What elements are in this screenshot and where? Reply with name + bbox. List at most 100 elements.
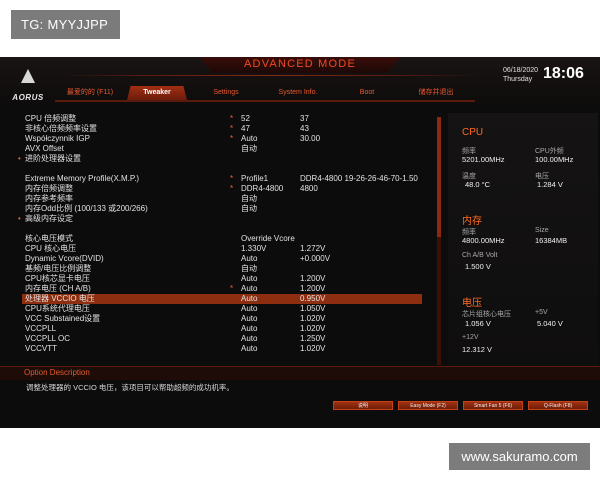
modified-star-icon: * bbox=[230, 184, 234, 193]
setting-row[interactable]: VCCPLL OC Auto 1.250V bbox=[22, 334, 422, 344]
setting-value: 自动 bbox=[241, 144, 257, 153]
cpu-freq-value: 5201.00MHz bbox=[462, 155, 505, 164]
setting-current-value: 4800 bbox=[300, 184, 318, 193]
mem-volt-label: Ch A/B Volt bbox=[462, 252, 498, 259]
tab-boot[interactable]: Boot bbox=[335, 86, 399, 100]
setting-row[interactable]: VCCPLL Auto 1.020V bbox=[22, 324, 422, 334]
setting-value: Auto bbox=[241, 334, 258, 343]
date-text: 06/18/2020 bbox=[503, 67, 539, 74]
setting-label: 进阶处理器设置 bbox=[25, 154, 81, 163]
setting-value: Auto bbox=[241, 274, 258, 283]
setting-row bbox=[22, 224, 422, 234]
option-description-text: 调整处理器的 VCCIO 电压，该项目可以帮助超频的成功机率。 bbox=[26, 383, 234, 392]
easy-mode-button[interactable]: Easy Mode (F2) bbox=[398, 401, 458, 410]
modified-star-icon: * bbox=[230, 124, 234, 133]
setting-value: 1.330V bbox=[241, 244, 267, 253]
setting-label: 基频/电压比例调整 bbox=[25, 264, 92, 273]
setting-value: Auto bbox=[241, 284, 258, 293]
setting-value: DDR4-4800 bbox=[241, 184, 284, 193]
tab-underline bbox=[55, 100, 475, 102]
setting-value: Auto bbox=[241, 304, 258, 313]
setting-row[interactable]: CPU系统代理电压 Auto 1.050V bbox=[22, 304, 422, 314]
setting-label: 非核心倍频频率设置 bbox=[25, 124, 97, 133]
setting-label: Współczynnik IGP bbox=[25, 134, 90, 143]
setting-current-value: 0.950V bbox=[300, 294, 326, 303]
scrollbar-thumb[interactable] bbox=[437, 117, 441, 237]
setting-row[interactable]: Extreme Memory Profile(X.M.P.) * Profile1 D… bbox=[22, 174, 422, 184]
setting-value: 自动 bbox=[241, 264, 257, 273]
tab-settings[interactable]: Settings bbox=[191, 86, 261, 100]
setting-value: Auto bbox=[241, 314, 258, 323]
setting-label: 内存电压 (CH A/B) bbox=[25, 284, 91, 293]
setting-current-value: 1.020V bbox=[300, 314, 326, 323]
setting-row[interactable]: 内存Odd比例 (100/133 或200/266) 自动 bbox=[22, 204, 422, 214]
setting-row[interactable]: CPU 核心电压 1.330V 1.272V bbox=[22, 244, 422, 254]
weekday-text: Thursday bbox=[503, 76, 533, 83]
cpu-section-title: CPU bbox=[462, 127, 484, 138]
p12v-value: 12.312 V bbox=[462, 345, 493, 354]
setting-label: CPU系统代理电压 bbox=[25, 304, 90, 313]
setting-value: Auto bbox=[241, 134, 258, 143]
cpu-bclk-value: 100.00MHz bbox=[535, 155, 574, 164]
setting-row[interactable]: • 进阶处理器设置 bbox=[18, 154, 422, 164]
mem-freq-value: 4800.00MHz bbox=[462, 236, 505, 245]
setting-row[interactable]: VCCVTT Auto 1.020V bbox=[22, 344, 422, 354]
help-button[interactable]: 说明 bbox=[333, 401, 393, 410]
setting-current-value: 1.200V bbox=[300, 284, 326, 293]
setting-row[interactable]: CPU核芯显卡电压 Auto 1.200V bbox=[22, 274, 422, 284]
setting-row[interactable]: 基频/电压比例调整 自动 bbox=[22, 264, 422, 274]
qflash-button[interactable]: Q-Flash (F8) bbox=[528, 401, 588, 410]
setting-current-value: 1.250V bbox=[300, 334, 326, 343]
setting-current-value: 43 bbox=[300, 124, 309, 133]
chipset-volt-label: 芯片组核心电压 bbox=[462, 311, 511, 318]
setting-value: 47 bbox=[241, 124, 250, 133]
setting-label: Extreme Memory Profile(X.M.P.) bbox=[25, 174, 140, 183]
cpu-volt-value: 1.284 V bbox=[537, 180, 563, 189]
mem-size-label: Size bbox=[535, 227, 549, 234]
setting-row[interactable]: AVX Offset 自动 bbox=[22, 144, 422, 154]
setting-label: 内存Odd比例 (100/133 或200/266) bbox=[25, 204, 148, 213]
tab-bar: 最爱的的 (F11) Tweaker Settings System Info.… bbox=[55, 86, 475, 100]
setting-row[interactable]: 非核心倍频频率设置 * 47 43 bbox=[22, 124, 422, 134]
setting-value: 自动 bbox=[241, 204, 257, 213]
setting-row[interactable]: 内存参考频率 自动 bbox=[22, 194, 422, 204]
setting-row bbox=[22, 164, 422, 174]
setting-current-value: 1.200V bbox=[300, 274, 326, 283]
mem-size-value: 16384MB bbox=[535, 236, 568, 245]
setting-row[interactable]: VCC Substained设置 Auto 1.020V bbox=[22, 314, 422, 324]
setting-row[interactable]: • 高级内存设定 bbox=[18, 214, 422, 224]
setting-row[interactable]: Dynamic Vcore(DVID) Auto +0.000V bbox=[22, 254, 422, 264]
cpu-temp-value: 48.0 °C bbox=[465, 180, 491, 189]
setting-value: Profile1 bbox=[241, 174, 269, 183]
tab-system-info[interactable]: System Info. bbox=[263, 86, 333, 100]
option-description-title: Option Description bbox=[24, 368, 90, 377]
header-divider bbox=[60, 75, 480, 76]
modified-star-icon: * bbox=[230, 174, 234, 183]
setting-row[interactable]: 核心电压模式 Override Vcore bbox=[22, 234, 422, 244]
mode-title: ADVANCED MODE bbox=[244, 58, 356, 70]
setting-label: AVX Offset bbox=[25, 144, 64, 153]
eagle-icon: ▲ bbox=[16, 62, 40, 89]
option-description-bar bbox=[0, 366, 600, 380]
setting-row[interactable]: 内存倍频调整 * DDR4-4800 4800 bbox=[22, 184, 422, 194]
setting-current-value: DDR4-4800 19-26-26-46-70-1.50 bbox=[300, 174, 418, 183]
setting-value: Auto bbox=[241, 254, 258, 263]
tab-favorites[interactable]: 最爱的的 (F11) bbox=[55, 86, 125, 100]
tab-save-exit[interactable]: 储存并退出 bbox=[401, 86, 471, 100]
setting-label: VCCPLL bbox=[25, 324, 57, 333]
memory-section-title: 内存 bbox=[462, 216, 482, 227]
tab-tweaker[interactable]: Tweaker bbox=[127, 86, 187, 100]
setting-label: 内存倍频调整 bbox=[25, 184, 73, 193]
setting-label: CPU 倍频调整 bbox=[25, 114, 77, 123]
setting-label: VCC Substained设置 bbox=[25, 314, 101, 323]
setting-row[interactable]: CPU 倍频调整 * 52 37 bbox=[22, 114, 422, 124]
setting-current-value: 37 bbox=[300, 114, 309, 123]
setting-current-value: 30.00 bbox=[300, 134, 321, 143]
setting-value: Auto bbox=[241, 324, 258, 333]
setting-label: 高级内存设定 bbox=[25, 214, 73, 223]
setting-row[interactable]: 处理器 VCCIO 电压 Auto 0.950V bbox=[22, 294, 422, 304]
setting-row[interactable]: 内存电压 (CH A/B) * Auto 1.200V bbox=[22, 284, 422, 294]
smart-fan-button[interactable]: Smart Fan 5 (F6) bbox=[463, 401, 523, 410]
mem-volt-value: 1.500 V bbox=[465, 262, 491, 271]
setting-row[interactable]: Współczynnik IGP * Auto 30.00 bbox=[22, 134, 422, 144]
